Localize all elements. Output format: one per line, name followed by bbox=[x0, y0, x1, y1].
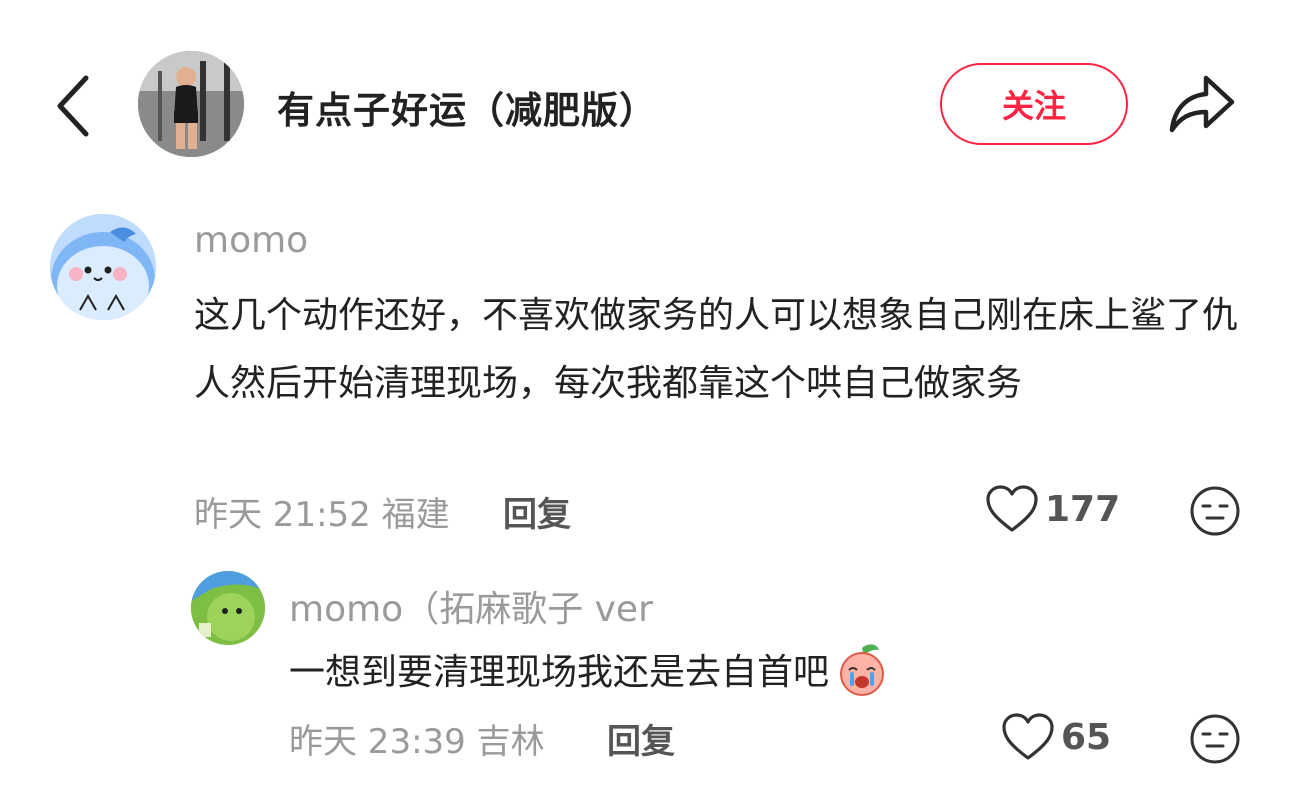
author-avatar[interactable] bbox=[138, 51, 244, 157]
comment-like-button[interactable]: 177 bbox=[985, 484, 1120, 534]
comment-like-count: 177 bbox=[1045, 488, 1121, 530]
reply-emoji-button[interactable] bbox=[1189, 713, 1241, 765]
comment-meta: 昨天 21:52 福建 bbox=[194, 487, 450, 536]
share-arrow-icon bbox=[1169, 75, 1235, 133]
commenter-username[interactable]: momo bbox=[194, 220, 308, 261]
reply-like-count: 65 bbox=[1061, 716, 1112, 758]
author-photo bbox=[138, 51, 244, 157]
reply-reply-button[interactable]: 回复 bbox=[607, 714, 675, 763]
commenter-avatar[interactable] bbox=[50, 214, 156, 320]
chevron-left-icon bbox=[57, 75, 89, 137]
comment-text: 这几个动作还好，不喜欢做家务的人可以想象自己刚在床上鲨了仇人然后开始清理现场，每… bbox=[194, 295, 1239, 404]
reply-like-button[interactable]: 65 bbox=[1001, 712, 1111, 762]
share-button[interactable] bbox=[1166, 70, 1238, 136]
heart-outline-icon bbox=[1002, 713, 1054, 760]
follow-button[interactable]: 关注 bbox=[940, 63, 1128, 145]
replier-username[interactable]: momo（拓麻歌子 ver bbox=[289, 580, 653, 632]
author-name[interactable]: 有点子好运（减肥版） bbox=[277, 80, 657, 134]
comment-time: 昨天 21:52 bbox=[194, 495, 371, 535]
blue-mascot-avatar-icon bbox=[50, 214, 156, 320]
crying-peach-sticker-icon bbox=[840, 644, 885, 696]
reply-location: 吉林 bbox=[476, 722, 545, 762]
heart-outline-icon bbox=[986, 485, 1038, 532]
comment-emoji-button[interactable] bbox=[1189, 485, 1241, 537]
back-button[interactable] bbox=[52, 72, 96, 140]
expressionless-face-icon bbox=[1190, 714, 1240, 764]
reply-meta: 昨天 23:39 吉林 bbox=[289, 714, 545, 763]
comment-reply-button[interactable]: 回复 bbox=[503, 487, 571, 536]
comment-location: 福建 bbox=[381, 495, 450, 535]
replier-avatar[interactable] bbox=[191, 571, 265, 645]
expressionless-face-icon bbox=[1190, 486, 1240, 536]
green-tamagotchi-avatar-icon bbox=[191, 571, 265, 645]
reply-text-row: 一想到要清理现场我还是去自首吧 bbox=[289, 640, 891, 698]
reply-time: 昨天 23:39 bbox=[289, 722, 466, 762]
reply-text: 一想到要清理现场我还是去自首吧 bbox=[289, 652, 830, 693]
